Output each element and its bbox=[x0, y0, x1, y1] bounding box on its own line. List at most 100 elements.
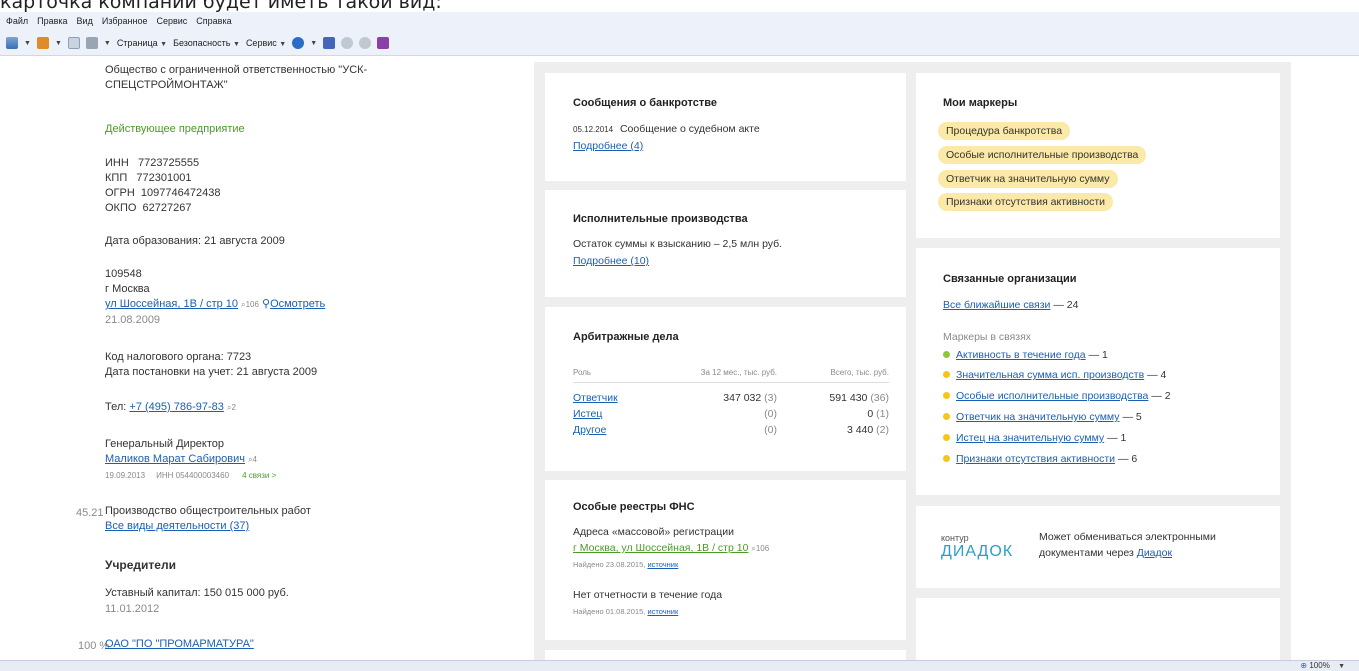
tools-menu[interactable]: Сервис ▼ bbox=[246, 38, 286, 48]
city: г Москва bbox=[105, 283, 150, 295]
related-activity-link[interactable]: Активность в течение года bbox=[956, 349, 1086, 361]
arbitration-title: Арбитражные дела bbox=[573, 331, 679, 343]
director-meta: 19.09.2013 ИНН 054400003460 4 связи > bbox=[105, 468, 276, 483]
marker-special-enforcement[interactable]: Особые исполнительные производства bbox=[938, 146, 1147, 164]
marker-no-activity[interactable]: Признаки отсутствия активности bbox=[938, 193, 1114, 211]
status-bar: ⊕ 100% ▼ bbox=[0, 660, 1359, 671]
list-item: Особые исполнительные производства — 2 bbox=[943, 390, 1171, 403]
related-large-defendant-link[interactable]: Ответчик на значительную сумму bbox=[956, 411, 1120, 423]
source-link[interactable]: источник bbox=[647, 560, 678, 569]
diadoc-text-2: документами через bbox=[1039, 547, 1134, 559]
mail-icon[interactable] bbox=[67, 37, 80, 49]
chevron-down-icon[interactable]: ▼ bbox=[310, 40, 317, 47]
enforcement-card: Исполнительные производства Остаток сумм… bbox=[545, 190, 906, 297]
print-icon[interactable] bbox=[85, 37, 98, 49]
status-dot-icon bbox=[943, 392, 950, 399]
markers-in-links-title: Маркеры в связях bbox=[943, 331, 1032, 343]
chevron-down-icon[interactable]: ▼ bbox=[55, 40, 62, 47]
inn: ИНН 7723725555 bbox=[105, 157, 200, 169]
company-name-line2: СПЕЦСТРОЙМОНТАЖ" bbox=[105, 79, 228, 91]
related-large-plaintiff-link[interactable]: Истец на значительную сумму bbox=[956, 432, 1104, 444]
feeds-icon[interactable] bbox=[36, 37, 49, 49]
related-no-activity-link[interactable]: Признаки отсутствия активности bbox=[956, 453, 1115, 465]
chevron-down-icon[interactable]: ▼ bbox=[24, 40, 31, 47]
director-date: 19.09.2013 bbox=[105, 471, 146, 480]
markers-card: Мои маркеры Процедура банкротства Особые… bbox=[916, 73, 1280, 238]
ogrn: ОГРН 1097746472438 bbox=[105, 187, 221, 199]
chevron-down-icon[interactable]: ▼ bbox=[104, 40, 111, 47]
director-row: Маликов Марат Сабирович ⌕4 bbox=[105, 452, 257, 467]
research-icon[interactable] bbox=[323, 37, 336, 49]
diadoc-text-1: Может обмениваться электронными bbox=[1039, 531, 1216, 543]
next-card bbox=[916, 598, 1280, 660]
marker-bankruptcy[interactable]: Процедура банкротства bbox=[938, 122, 1071, 140]
mass-found-date: Найдено 23.08.2015, bbox=[573, 560, 646, 569]
menu-view[interactable]: Вид bbox=[77, 16, 93, 30]
all-activities-link[interactable]: Все виды деятельности (37) bbox=[105, 520, 249, 532]
security-menu[interactable]: Безопасность ▼ bbox=[173, 38, 240, 48]
no-reports-found-date: Найдено 01.08.2015, bbox=[573, 607, 646, 616]
addon-icon[interactable] bbox=[359, 37, 372, 49]
bankruptcy-more-link[interactable]: Подробнее (4) bbox=[573, 140, 643, 153]
enforcement-more-link[interactable]: Подробнее (10) bbox=[573, 255, 649, 268]
role-plaintiff-link[interactable]: Истец bbox=[573, 408, 602, 421]
onenote-icon[interactable] bbox=[377, 37, 390, 49]
addon-icon[interactable] bbox=[341, 37, 354, 49]
director-link[interactable]: Маликов Марат Сабирович bbox=[105, 453, 245, 465]
help-icon[interactable] bbox=[292, 37, 305, 49]
menu-bar: Файл Правка Вид Избранное Сервис Справка bbox=[6, 16, 232, 30]
all-links-count: — 24 bbox=[1053, 299, 1079, 311]
zoom-icon: ⊕ bbox=[1300, 661, 1308, 670]
list-item: Истец на значительную сумму — 1 bbox=[943, 432, 1126, 445]
year-amount: 347 032 bbox=[723, 392, 762, 404]
related-special-enforcement-link[interactable]: Особые исполнительные производства bbox=[956, 390, 1148, 402]
page-menu[interactable]: Страница ▼ bbox=[117, 38, 167, 48]
menu-file[interactable]: Файл bbox=[6, 16, 28, 30]
all-links-link[interactable]: Все ближайшие связи bbox=[943, 299, 1050, 311]
mass-registration-title: Адреса «массовой» регистрации bbox=[573, 526, 734, 538]
fns-title: Особые реестры ФНС bbox=[573, 501, 695, 513]
director-count: 4 bbox=[252, 455, 257, 464]
year-count: (0) bbox=[764, 424, 777, 436]
arbitration-card: Арбитражные дела Роль За 12 мес., тыс. р… bbox=[545, 307, 906, 471]
source-link[interactable]: источник bbox=[647, 607, 678, 616]
chevron-down-icon[interactable]: ▼ bbox=[1338, 663, 1345, 670]
related-title: Связанные организации bbox=[943, 273, 1077, 285]
status-dot-icon bbox=[943, 455, 950, 462]
founding-date: Дата образования: 21 августа 2009 bbox=[105, 235, 285, 247]
diadoc-logo: контур ДИАДОК bbox=[941, 533, 1014, 560]
zoom-control[interactable]: ⊕ 100% ▼ bbox=[1300, 661, 1345, 670]
diadoc-link[interactable]: Диадок bbox=[1137, 547, 1172, 559]
capital-date: 11.01.2012 bbox=[105, 603, 160, 615]
registration-date: Дата постановки на учет: 21 августа 2009 bbox=[105, 366, 318, 378]
related-large-enforcement-link[interactable]: Значительная сумма исп. производств bbox=[956, 369, 1144, 381]
role-other-link[interactable]: Другое bbox=[573, 424, 606, 437]
mass-address-count: 106 bbox=[755, 544, 770, 553]
phone-link[interactable]: +7 (495) 786-97-83 bbox=[129, 401, 223, 413]
address-link[interactable]: ул Шоссейная, 1В / стр 10 bbox=[105, 298, 238, 310]
list-item: Активность в течение года — 1 bbox=[943, 349, 1108, 362]
menu-favorites[interactable]: Избранное bbox=[102, 16, 148, 30]
map-pin-icon[interactable]: ⚲ bbox=[262, 298, 270, 310]
list-item: Ответчик на значительную сумму — 5 bbox=[943, 411, 1142, 424]
director-links[interactable]: 4 связи > bbox=[242, 471, 276, 480]
year-count: (0) bbox=[764, 408, 777, 420]
menu-tools[interactable]: Сервис bbox=[156, 16, 187, 30]
menu-help[interactable]: Справка bbox=[196, 16, 231, 30]
founder-link[interactable]: ОАО "ПО "ПРОМАРМАТУРА" bbox=[105, 638, 254, 650]
phone-row: Тел: +7 (495) 786-97-83 ⌕2 bbox=[105, 400, 236, 415]
menu-edit[interactable]: Правка bbox=[37, 16, 67, 30]
bankruptcy-date: 05.12.2014 bbox=[573, 125, 614, 134]
list-item: Признаки отсутствия активности — 6 bbox=[943, 453, 1137, 466]
kpp: КПП 772301001 bbox=[105, 172, 192, 184]
role-defendant-link[interactable]: Ответчик bbox=[573, 392, 618, 405]
col-year: За 12 мес., тыс. руб. bbox=[700, 368, 777, 377]
tax-office: Код налогового органа: 7723 bbox=[105, 351, 252, 363]
status-dot-icon bbox=[943, 371, 950, 378]
mass-address-link[interactable]: г Москва, ул Шоссейная, 1В / стр 10 bbox=[573, 542, 748, 554]
home-icon[interactable] bbox=[6, 37, 18, 49]
view-map-link[interactable]: Осмотреть bbox=[270, 298, 325, 310]
marker-large-defendant[interactable]: Ответчик на значительную сумму bbox=[938, 170, 1118, 188]
list-item: Значительная сумма исп. производств — 4 bbox=[943, 369, 1166, 382]
table-divider bbox=[573, 382, 889, 383]
